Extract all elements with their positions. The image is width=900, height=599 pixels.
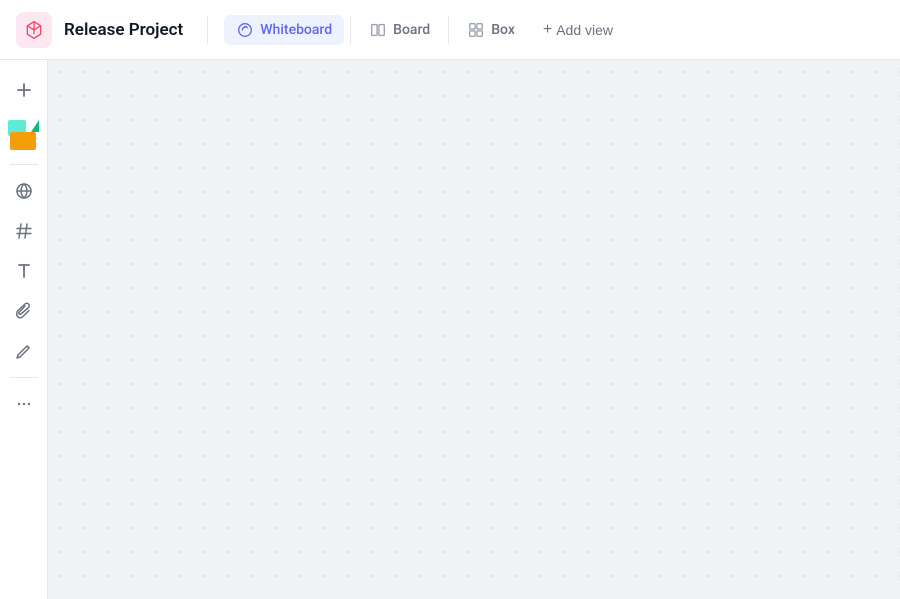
header-divider bbox=[207, 16, 208, 44]
add-view-plus-icon: + bbox=[543, 21, 552, 39]
sticky-orange bbox=[10, 132, 36, 150]
project-title: Release Project bbox=[64, 20, 183, 40]
attach-button[interactable] bbox=[6, 293, 42, 329]
toolbar-separator-2 bbox=[10, 377, 38, 378]
add-view-button[interactable]: + Add view bbox=[531, 15, 625, 45]
project-icon bbox=[16, 12, 52, 48]
tab-box[interactable]: Box bbox=[455, 15, 527, 45]
header: Release Project Whiteboard bbox=[0, 0, 900, 60]
tab-board[interactable]: Board bbox=[357, 15, 442, 45]
text-button[interactable] bbox=[6, 253, 42, 289]
left-toolbar bbox=[0, 60, 48, 599]
tab-whiteboard[interactable]: Whiteboard bbox=[224, 15, 344, 45]
whiteboard-icon bbox=[236, 21, 254, 39]
draw-button[interactable] bbox=[6, 333, 42, 369]
nav-tabs: Whiteboard Board bbox=[224, 15, 884, 45]
box-icon bbox=[467, 21, 485, 39]
toolbar-separator-1 bbox=[10, 164, 38, 165]
tab-board-label: Board bbox=[393, 22, 430, 38]
board-icon bbox=[369, 21, 387, 39]
tab-divider-2 bbox=[448, 16, 449, 44]
globe-button[interactable] bbox=[6, 173, 42, 209]
tab-divider-1 bbox=[350, 16, 351, 44]
sticky-arrow bbox=[31, 120, 39, 132]
add-view-label: Add view bbox=[556, 22, 613, 38]
canvas-area[interactable] bbox=[48, 60, 900, 599]
tab-whiteboard-label: Whiteboard bbox=[260, 22, 332, 38]
more-button[interactable] bbox=[6, 386, 42, 422]
add-button[interactable] bbox=[6, 72, 42, 108]
hash-button[interactable] bbox=[6, 213, 42, 249]
sticky-notes-button[interactable] bbox=[4, 112, 44, 156]
main-layout bbox=[0, 60, 900, 599]
tab-box-label: Box bbox=[491, 22, 515, 38]
